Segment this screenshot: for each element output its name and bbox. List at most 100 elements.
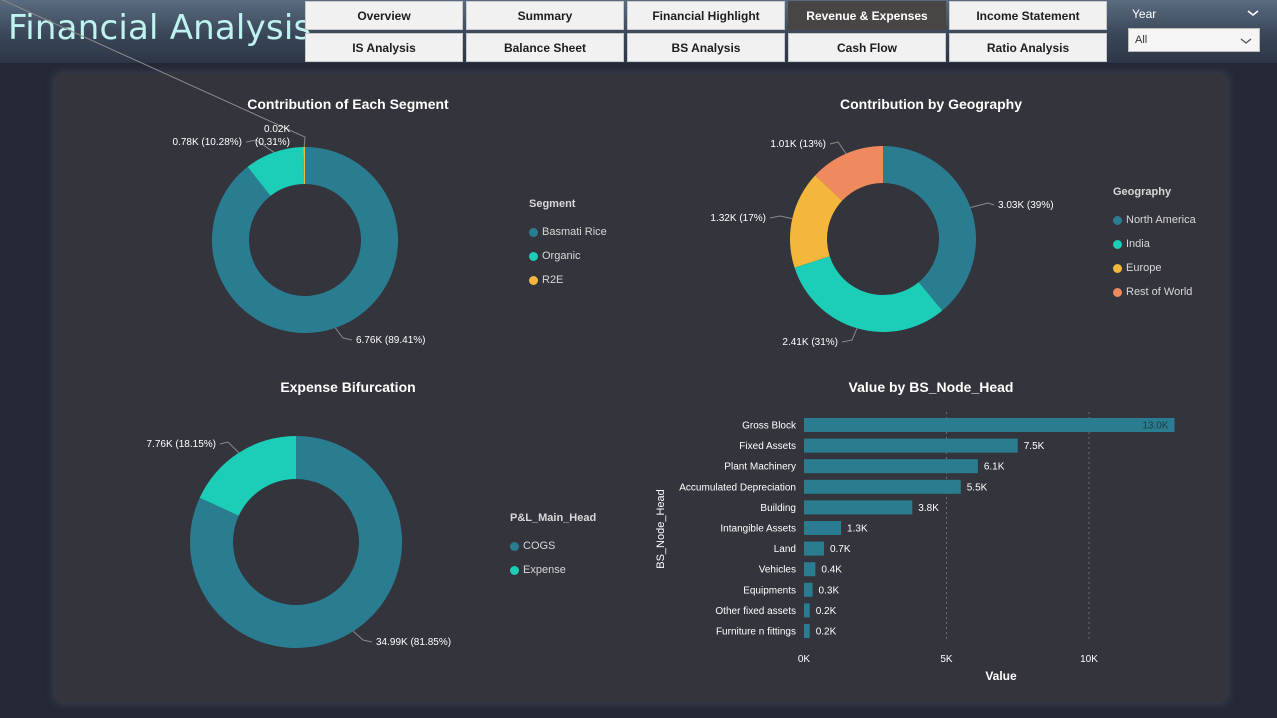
nav-button-ratio-analysis[interactable]: Ratio Analysis [949,33,1107,62]
bar-gross-block[interactable] [804,418,1175,432]
bar-building[interactable] [804,500,913,515]
legend-label: Organic [542,250,581,262]
nav-button-cash-flow[interactable]: Cash Flow [788,33,946,62]
leader-line [219,441,240,454]
legend-swatch [529,251,538,261]
x-tick-label: 10K [1080,654,1098,665]
bar-accumulated-depreciation[interactable] [804,479,961,494]
legend-item-india[interactable]: India [1113,232,1196,256]
leader-line [829,141,847,154]
nav-button-revenue-expenses[interactable]: Revenue & Expenses [788,1,946,30]
legend-item-expense[interactable]: Expense [510,558,596,582]
bar-land[interactable] [804,541,824,556]
bar-value-label: 0.2K [816,606,837,617]
legend-label: Rest of World [1126,286,1193,298]
bar-other-fixed-assets[interactable] [804,603,810,618]
nav-button-financial-highlight[interactable]: Financial Highlight [627,1,785,30]
chart-title: Contribution by Geography [840,96,1022,112]
nav-button-summary[interactable]: Summary [466,1,624,30]
legend-label: Europe [1126,262,1162,274]
y-axis-title: BS_Node_Head [655,489,667,569]
data-label: 0.78K (10.28%) [173,137,243,148]
nav-button-income-statement[interactable]: Income Statement [949,1,1107,30]
bar-furniture-n-fittings[interactable] [804,624,810,638]
leader-line [841,328,858,343]
legend-swatch [510,565,519,575]
nav-button-balance-sheet[interactable]: Balance Sheet [466,33,624,62]
bar-equipments[interactable] [804,582,813,597]
bar-intangible-assets[interactable] [804,521,842,535]
bar-vehicles[interactable] [804,562,816,577]
y-category-label: Land [774,544,796,555]
legend-item-organic[interactable]: Organic [529,244,607,268]
donut-slice-north-america[interactable] [883,146,976,311]
donut-chart-expense-bifurcation: 34.99K (81.85%) 7.76K (18.15%) [147,436,451,648]
legend-item-r2e[interactable]: R2E [529,268,607,292]
data-label: 6.76K (89.41%) [356,335,426,346]
bar-value-label: 0.7K [830,544,851,555]
chevron-down-icon[interactable] [1246,6,1260,20]
bar-value-label: 13.0K [1142,421,1168,432]
nav-button-bs-analysis[interactable]: BS Analysis [627,33,785,62]
header-bar: Financial Analysis Overview Summary Financ… [0,0,1277,63]
data-label: (0.31%) [255,137,290,148]
chart-title: Expense Bifurcation [280,379,416,395]
leader-line [769,215,793,220]
legend-swatch [1113,263,1122,273]
data-label: 1.32K (17%) [710,213,766,224]
x-tick-label: 0K [798,654,811,665]
data-label: 34.99K (81.85%) [376,637,451,648]
y-category-label: Building [760,503,796,514]
y-category-label: Furniture n fittings [716,627,796,638]
legend-label: Expense [523,564,566,576]
bar-fixed-assets[interactable] [804,438,1018,453]
data-label: 1.01K (13%) [770,139,826,150]
legend-item-europe[interactable]: Europe [1113,256,1196,280]
legend-title: Segment [529,198,576,210]
legend-swatch [1113,287,1122,297]
legend-title: Geography [1113,186,1172,198]
donut-chart-contribution-of-each-segment: 6.76K (89.41%) 0.78K (10.28%) 0.02K (0.31%) [1,0,426,346]
legend-item-basmati-rice[interactable]: Basmati Rice [529,220,607,244]
legend-item-north-america[interactable]: North America [1113,208,1196,232]
bar-value-label: 0.2K [816,627,837,638]
data-label: 7.76K (18.15%) [147,439,217,450]
year-select-value: All [1135,34,1148,46]
nav-button-overview[interactable]: Overview [305,1,463,30]
bar-value-label: 3.8K [918,503,939,514]
bar-value-label: 5.5K [967,482,988,493]
data-label: 2.41K (31%) [782,337,838,348]
legend-item-cogs[interactable]: COGS [510,534,596,558]
donut-slice-basmati-rice[interactable] [212,147,399,333]
y-category-label: Fixed Assets [739,441,796,452]
bar-value-label: 0.4K [821,565,842,576]
legend-item-rest-of-world[interactable]: Rest of World [1113,280,1196,304]
chevron-down-icon [1240,38,1252,44]
legend-label: R2E [542,274,564,286]
x-tick-label: 5K [940,654,953,665]
bar-chart-bs-node-head: 0K 5K 10K Gross Block 13.0K Fixed Assets 7.5K P… [655,412,1175,683]
y-category-label: Gross Block [742,421,797,432]
chart-legend: P&L_Main_Head COGS Expense [510,512,596,582]
legend-swatch [1113,239,1122,249]
donut-slice-india[interactable] [794,256,943,332]
y-category-label: Intangible Assets [720,524,796,535]
bar-plant-machinery[interactable] [804,459,978,474]
legend-title: P&L_Main_Head [510,512,597,524]
data-label: 3.03K (39%) [998,200,1054,211]
legend-swatch [510,541,519,551]
chart-legend: Segment Basmati Rice Organic R2E [529,198,607,292]
legend-label: COGS [523,540,556,552]
bar-value-label: 1.3K [847,524,868,535]
chart-legend: Geography North America India Europe Rest of… [1113,186,1196,304]
year-select-dropdown[interactable]: All [1128,28,1260,52]
data-label: 0.02K [264,124,290,135]
legend-swatch [1113,215,1122,225]
y-category-label: Plant Machinery [724,462,796,473]
nav-button-is-analysis[interactable]: IS Analysis [305,33,463,62]
bar-value-label: 6.1K [984,462,1005,473]
legend-label: India [1126,238,1150,250]
year-filter-label: Year [1132,7,1157,21]
bar-value-label: 0.3K [819,585,840,596]
legend-swatch [529,275,538,285]
